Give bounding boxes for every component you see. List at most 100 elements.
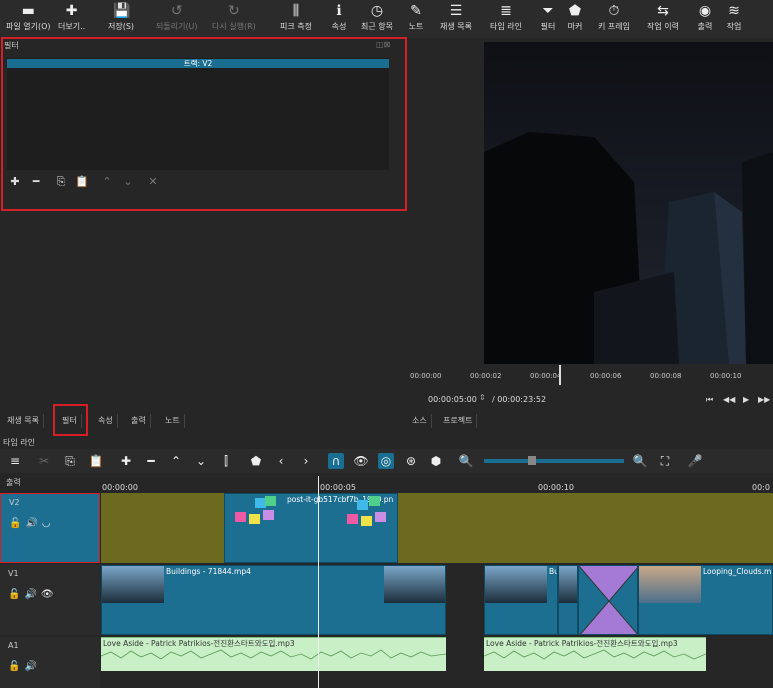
v2-blank-region[interactable] bbox=[101, 493, 224, 563]
v1-buildings-clip[interactable]: Buildings - 71844.mp4 bbox=[101, 565, 446, 635]
clip-label: Looping_Clouds.m bbox=[703, 567, 772, 576]
snap-icon[interactable]: ∩ bbox=[328, 453, 344, 469]
zoom-slider[interactable] bbox=[484, 459, 624, 463]
skip-previous-icon[interactable]: ⏮ bbox=[706, 395, 713, 405]
toolbar-button-timeline[interactable]: ≣ 타임 라인 bbox=[490, 3, 522, 37]
clip-label: Bu bbox=[549, 567, 558, 576]
toolbar-button-label: 재생 목록 bbox=[440, 22, 472, 31]
filter-icon: ⏷ bbox=[542, 3, 554, 19]
zoom-out-icon[interactable]: 🔍 bbox=[458, 453, 474, 469]
player-ruler-tick: 00:00:10 bbox=[710, 372, 742, 380]
timeline-ruler[interactable] bbox=[100, 476, 773, 492]
zoom-fit-icon[interactable]: ⛶ bbox=[657, 453, 673, 469]
lift-icon[interactable]: ⌃ bbox=[168, 453, 184, 469]
copy-icon[interactable]: ⎘ bbox=[62, 453, 78, 469]
paste-icon[interactable]: 📋 bbox=[88, 453, 104, 469]
track-controls[interactable]: 🔓🔊◡ bbox=[9, 518, 55, 529]
tab-playlist[interactable]: 재생 목록 bbox=[3, 414, 44, 428]
save-icon: 💾 bbox=[113, 3, 131, 19]
toolbar-button-info[interactable]: ℹ 속성 bbox=[331, 3, 347, 37]
toolbar-button-marker[interactable]: ⬟ 마커 bbox=[567, 3, 583, 37]
remove-icon[interactable]: ━ bbox=[143, 453, 159, 469]
track-controls[interactable]: 🔓🔊 bbox=[8, 661, 41, 672]
marker-icon[interactable]: ⬟ bbox=[248, 453, 264, 469]
track-controls[interactable]: 🔓🔊👁 bbox=[8, 589, 58, 600]
toolbar-button-clock[interactable]: ◷ 최근 항목 bbox=[361, 3, 393, 37]
track-name: V1 bbox=[8, 569, 19, 578]
player-ruler[interactable]: 00:00:00 00:00:02 00:00:04 00:00:06 00:0… bbox=[410, 367, 773, 387]
history-icon: ⇆ bbox=[657, 3, 669, 19]
video-preview[interactable] bbox=[484, 42, 773, 364]
track-header-a1[interactable]: A1 🔓🔊 bbox=[0, 637, 100, 688]
v1-bu-clip[interactable]: Bu bbox=[484, 565, 558, 635]
a1-audio-clip-2[interactable]: Love Aside - Patrick Patrikios-전진환스타트와도입… bbox=[484, 637, 706, 671]
toolbar-button-export[interactable]: ◉ 출력 bbox=[697, 3, 713, 37]
toolbar-button-folder[interactable]: ▬ 파일 열기(O) bbox=[6, 3, 51, 37]
more-icon: ✚ bbox=[65, 3, 78, 19]
toolbar-button-stopwatch[interactable]: ⏱ 키 프레임 bbox=[598, 3, 630, 37]
overwrite-icon[interactable]: ⌄ bbox=[193, 453, 209, 469]
rewind-icon[interactable]: ◀◀ bbox=[723, 395, 735, 404]
toolbar-button-filter[interactable]: ⏷ 필터 bbox=[540, 3, 556, 37]
tab-export[interactable]: 출력 bbox=[127, 414, 151, 428]
clip-thumbnail bbox=[102, 566, 164, 603]
timecode-spinner-icon[interactable]: ⇕ bbox=[479, 393, 486, 402]
audio-waveform bbox=[101, 649, 446, 660]
next-marker-icon[interactable]: › bbox=[298, 453, 314, 469]
prev-marker-icon[interactable]: ‹ bbox=[273, 453, 289, 469]
toolbar-button-history[interactable]: ⇆ 작업 이력 bbox=[647, 3, 679, 37]
timeline-ruler-tick: 00:0 bbox=[752, 483, 770, 492]
toolbar-button-more[interactable]: ✚ 더보기.. bbox=[58, 3, 85, 37]
toolbar-button-peak-meter[interactable]: ⫼ 피크 측정 bbox=[280, 3, 312, 37]
v1-clouds-clip[interactable]: Looping_Clouds.m bbox=[638, 565, 773, 635]
ripple-icon[interactable]: ◎ bbox=[378, 453, 394, 469]
v2-blank-region[interactable] bbox=[398, 493, 773, 563]
toolbar-button-label: 다시 실행(R) bbox=[212, 22, 256, 31]
fast-forward-icon[interactable]: ▶▶ bbox=[758, 395, 770, 404]
export-icon: ◉ bbox=[698, 3, 712, 19]
toolbar-button-label: 마커 bbox=[567, 22, 583, 31]
note-icon: ✎ bbox=[410, 3, 422, 19]
timeline-menu-icon[interactable]: ≡ bbox=[7, 453, 23, 469]
peak-meter-icon: ⫼ bbox=[292, 3, 300, 19]
tab-project[interactable]: 프로젝트 bbox=[439, 414, 478, 428]
cut-icon[interactable]: ✂ bbox=[36, 453, 52, 469]
toolbar-button-label: 저장(S) bbox=[108, 22, 135, 31]
toolbar-button-label: 노트 bbox=[408, 22, 424, 31]
player-ruler-tick: 00:00:08 bbox=[650, 372, 682, 380]
zoom-slider-handle[interactable] bbox=[528, 456, 536, 465]
split-icon[interactable]: ⫿ bbox=[218, 453, 234, 469]
a1-audio-clip-1[interactable]: Love Aside - Patrick Patrikios-전진환스타트와도입… bbox=[101, 637, 446, 671]
timecode-current[interactable]: 00:00:05:00 bbox=[428, 395, 477, 404]
scrub-icon[interactable]: 👁 bbox=[353, 453, 369, 469]
v2-postit-clip[interactable]: post-it-gb517cbf7b_1920.pn bbox=[224, 493, 398, 563]
player-ruler-tick: 00:00:06 bbox=[590, 372, 622, 380]
toolbar-button-note[interactable]: ✎ 노트 bbox=[408, 3, 424, 37]
tab-source[interactable]: 소스 bbox=[408, 414, 432, 428]
ripple-markers-icon[interactable]: ⬢ bbox=[428, 453, 444, 469]
toolbar-button-save[interactable]: 💾 저장(S) bbox=[108, 3, 134, 37]
timeline-ruler-tick: 00:00:00 bbox=[102, 483, 138, 492]
v1-short-clip[interactable] bbox=[558, 565, 578, 635]
toolbar-button-undo[interactable]: ↺ 되돌리기(U) bbox=[156, 3, 198, 37]
tab-properties[interactable]: 속성 bbox=[94, 414, 118, 428]
tab-notes[interactable]: 노트 bbox=[161, 414, 185, 428]
toolbar-button-label: 출력 bbox=[697, 22, 713, 31]
track-header-v2[interactable]: V2 🔓🔊◡ bbox=[0, 493, 100, 563]
append-icon[interactable]: ✚ bbox=[118, 453, 134, 469]
audio-waveform bbox=[484, 649, 706, 660]
player-playhead[interactable] bbox=[559, 365, 561, 385]
player-ruler-tick: 00:00:00 bbox=[410, 372, 442, 380]
toolbar-button-redo[interactable]: ↻ 다시 실행(R) bbox=[212, 3, 256, 37]
clip-thumbnail bbox=[384, 566, 445, 603]
jobs-icon: ≋ bbox=[728, 3, 740, 19]
v1-transition[interactable] bbox=[578, 565, 638, 635]
track-header-v1[interactable]: V1 🔓🔊👁 bbox=[0, 565, 100, 635]
toolbar-button-jobs[interactable]: ≋ 작업 bbox=[726, 3, 742, 37]
zoom-in-icon[interactable]: 🔍 bbox=[632, 453, 648, 469]
timeline-playhead[interactable] bbox=[318, 476, 319, 688]
toolbar-button-list[interactable]: ☰ 재생 목록 bbox=[440, 3, 472, 37]
play-icon[interactable]: ▶ bbox=[743, 395, 749, 404]
ripple-all-icon[interactable]: ⊛ bbox=[403, 453, 419, 469]
record-audio-icon[interactable]: 🎤 bbox=[687, 453, 703, 469]
